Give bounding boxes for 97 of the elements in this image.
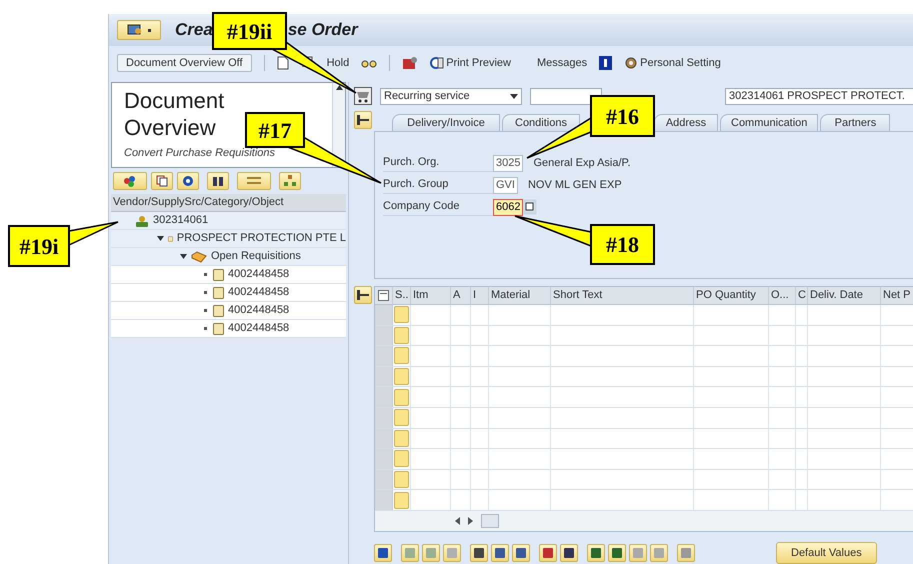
document-type-dropdown[interactable]: Recurring service bbox=[380, 88, 522, 104]
column-header[interactable]: Material bbox=[489, 287, 551, 304]
toolbar-button[interactable] bbox=[207, 172, 229, 190]
status-icon bbox=[394, 409, 409, 426]
status-icon bbox=[394, 347, 409, 364]
person-icon bbox=[135, 214, 149, 226]
toolbar-button[interactable] bbox=[177, 172, 199, 190]
gear-icon bbox=[624, 56, 638, 70]
callout-label: #18 bbox=[590, 224, 655, 265]
bullet-icon bbox=[204, 291, 206, 294]
callout-label: #16 bbox=[590, 95, 655, 137]
column-header[interactable]: O... bbox=[769, 287, 796, 304]
toolbar-button[interactable] bbox=[470, 544, 488, 562]
screen-icon bbox=[126, 24, 142, 36]
input-field[interactable]: 6062 bbox=[493, 198, 524, 216]
bullet-icon bbox=[204, 309, 206, 312]
callout-label: #17 bbox=[245, 112, 305, 148]
bullet-icon bbox=[204, 273, 206, 276]
refresh-icon bbox=[182, 175, 194, 187]
default-values-button[interactable]: Default Values bbox=[776, 542, 877, 564]
personal-setting-button[interactable]: Personal Setting bbox=[624, 54, 721, 72]
cart-icon[interactable] bbox=[354, 87, 372, 105]
tab[interactable]: Delivery/Invoice bbox=[392, 114, 500, 131]
status-icon bbox=[394, 368, 409, 386]
window-title: se Order bbox=[288, 19, 358, 42]
column-header[interactable]: PO Quantity bbox=[694, 287, 769, 304]
preview-icon bbox=[430, 56, 444, 70]
expand-toggle-icon[interactable] bbox=[180, 254, 186, 259]
toolbar-button[interactable] bbox=[374, 544, 392, 562]
column-header[interactable]: Deliv. Date bbox=[808, 287, 881, 304]
toolbar-button[interactable] bbox=[608, 544, 626, 562]
input-field[interactable]: GVI bbox=[493, 176, 518, 194]
expand-toggle-icon[interactable] bbox=[157, 236, 164, 241]
document-icon bbox=[213, 304, 224, 316]
column-header[interactable]: A bbox=[451, 287, 471, 304]
header-toggle-button[interactable] bbox=[354, 111, 372, 129]
toolbar-button[interactable] bbox=[560, 544, 578, 562]
input-field[interactable]: 3025 bbox=[493, 154, 524, 172]
tree-header: Vendor/SupplySrc/Category/Object bbox=[111, 194, 346, 212]
tab[interactable]: Partners bbox=[820, 114, 890, 131]
column-header[interactable]: S.. bbox=[393, 287, 411, 304]
tab[interactable]: Conditions bbox=[502, 114, 580, 131]
column-header[interactable]: Short Text bbox=[551, 287, 694, 304]
folder-icon bbox=[191, 250, 207, 262]
scroll-up-icon[interactable] bbox=[336, 85, 342, 90]
toolbar-button[interactable] bbox=[539, 544, 557, 562]
status-icon bbox=[394, 471, 409, 488]
caret-icon bbox=[510, 94, 518, 98]
field-description: NOV ML GEN EXP bbox=[528, 178, 622, 193]
panel-subtitle: Convert Purchase Requisitions bbox=[124, 146, 276, 161]
status-icon bbox=[394, 388, 409, 406]
info-icon[interactable] bbox=[599, 56, 612, 70]
scroll-thumb[interactable] bbox=[481, 514, 499, 528]
vendor-field[interactable]: 302314061 PROSPECT PROTECT. bbox=[725, 88, 913, 104]
print-preview-button[interactable]: Print Preview bbox=[430, 54, 511, 72]
document-icon bbox=[213, 268, 224, 280]
scroll-right-icon[interactable] bbox=[468, 516, 473, 525]
collapse-icon bbox=[357, 115, 369, 125]
caret-icon bbox=[146, 28, 152, 32]
new-document-icon[interactable] bbox=[276, 56, 289, 70]
toolbar-button[interactable] bbox=[113, 172, 147, 190]
collapse-icon bbox=[357, 290, 369, 300]
status-icon bbox=[394, 450, 409, 468]
document-icon bbox=[213, 322, 224, 334]
window-title: Crea bbox=[175, 19, 213, 42]
tab[interactable]: Communication bbox=[720, 114, 818, 131]
tab[interactable]: Address bbox=[654, 114, 718, 131]
status-icon bbox=[394, 306, 409, 324]
status-icon bbox=[394, 430, 409, 447]
item-toggle-button[interactable] bbox=[354, 286, 372, 304]
bullet-icon bbox=[204, 327, 206, 330]
copy-icon bbox=[156, 175, 168, 187]
status-icon bbox=[394, 326, 409, 344]
hierarchy-icon bbox=[284, 175, 296, 187]
callout-label: #19ii bbox=[212, 12, 287, 50]
menu-button[interactable] bbox=[117, 20, 161, 40]
column-header[interactable]: C bbox=[796, 287, 808, 304]
hold-button[interactable]: Hold bbox=[326, 54, 350, 72]
status-icon bbox=[394, 492, 409, 509]
document-overview-button[interactable]: Document Overview Off bbox=[117, 54, 252, 72]
list-icon bbox=[247, 176, 261, 186]
toolbar-button[interactable] bbox=[491, 544, 509, 562]
toolbar-button[interactable] bbox=[512, 544, 530, 562]
document-number-field[interactable] bbox=[530, 88, 602, 104]
column-header[interactable]: Itm bbox=[411, 287, 451, 304]
copy-icon[interactable] bbox=[523, 199, 538, 215]
messages-button[interactable]: Messages bbox=[536, 54, 588, 72]
column-header[interactable]: Net P bbox=[881, 287, 913, 304]
column-header[interactable]: I bbox=[471, 287, 489, 304]
document-icon bbox=[213, 286, 224, 298]
callout-pointer bbox=[68, 221, 119, 246]
toolbar-button[interactable] bbox=[587, 544, 605, 562]
circles-icon bbox=[123, 175, 137, 187]
scroll-left-icon[interactable] bbox=[455, 516, 460, 525]
toolbar-button[interactable] bbox=[151, 172, 173, 190]
table-settings-icon[interactable] bbox=[378, 290, 389, 301]
field-description: General Exp Asia/P. bbox=[533, 156, 631, 171]
